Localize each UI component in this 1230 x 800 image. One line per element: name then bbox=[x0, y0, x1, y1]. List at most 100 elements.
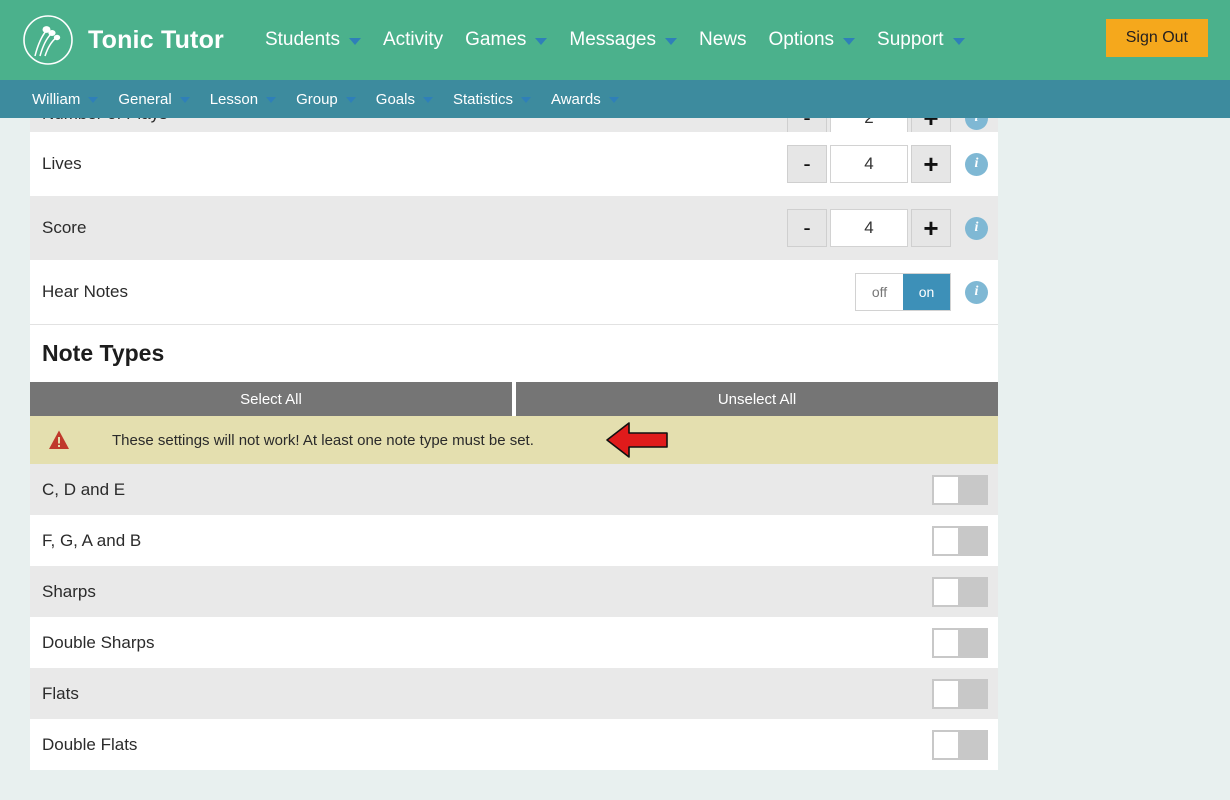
red-left-arrow-annotation-icon bbox=[605, 420, 669, 460]
nav-label: News bbox=[699, 29, 747, 51]
onoff-option-on[interactable]: on bbox=[903, 274, 950, 310]
subnav-item-general[interactable]: General bbox=[108, 91, 199, 108]
note-type-row-flats: Flats bbox=[30, 668, 998, 719]
note-type-label: Flats bbox=[30, 684, 79, 704]
note-type-toggle[interactable] bbox=[932, 730, 988, 760]
nav-label: Activity bbox=[383, 29, 443, 51]
subnav-label: Goals bbox=[376, 91, 415, 108]
nav-item-students[interactable]: Students bbox=[254, 29, 372, 51]
nav-label: Students bbox=[265, 29, 340, 51]
stepper-score: - 4 + i bbox=[787, 196, 988, 260]
unselect-all-button[interactable]: Unselect All bbox=[516, 382, 998, 416]
note-type-row-double-flats: Double Flats bbox=[30, 719, 998, 770]
increment-button[interactable]: + bbox=[911, 118, 951, 132]
chevron-down-icon bbox=[180, 97, 190, 103]
decrement-button[interactable]: - bbox=[787, 209, 827, 247]
subnav-item-group[interactable]: Group bbox=[286, 91, 366, 108]
note-type-row-double-sharps: Double Sharps bbox=[30, 617, 998, 668]
info-icon[interactable]: i bbox=[965, 217, 988, 240]
setting-row-number-of-plays: Number of Plays - 2 + i bbox=[30, 118, 998, 132]
note-type-row-f-g-a-b: F, G, A and B bbox=[30, 515, 998, 566]
setting-row-lives: Lives - 4 + i bbox=[30, 132, 998, 196]
chevron-down-icon bbox=[349, 38, 361, 45]
chevron-down-icon bbox=[88, 97, 98, 103]
note-type-label: Double Sharps bbox=[30, 633, 154, 653]
nav-item-support[interactable]: Support bbox=[866, 29, 976, 51]
subnav-label: General bbox=[118, 91, 171, 108]
nav-item-messages[interactable]: Messages bbox=[558, 29, 688, 51]
note-type-toggle[interactable] bbox=[932, 475, 988, 505]
tonic-tutor-logo-icon[interactable] bbox=[22, 14, 74, 66]
decrement-button[interactable]: - bbox=[787, 145, 827, 183]
increment-button[interactable]: + bbox=[911, 209, 951, 247]
subnav-item-lesson[interactable]: Lesson bbox=[200, 91, 286, 108]
subnav-item-statistics[interactable]: Statistics bbox=[443, 91, 541, 108]
warning-banner: These settings will not work! At least o… bbox=[30, 416, 998, 464]
value-input[interactable]: 4 bbox=[830, 209, 908, 247]
setting-row-score: Score - 4 + i bbox=[30, 196, 998, 260]
subnav-item-awards[interactable]: Awards bbox=[541, 91, 629, 108]
nav-item-games[interactable]: Games bbox=[454, 29, 558, 51]
note-type-toggle[interactable] bbox=[932, 577, 988, 607]
nav-item-news[interactable]: News bbox=[688, 29, 758, 51]
note-types-section-header: Note Types bbox=[30, 324, 998, 382]
section-title: Note Types bbox=[42, 340, 164, 367]
subnav-item-goals[interactable]: Goals bbox=[366, 91, 443, 108]
toggle-knob bbox=[934, 630, 958, 656]
toggle-knob bbox=[934, 579, 958, 605]
chevron-down-icon bbox=[953, 38, 965, 45]
sub-nav: William General Lesson Group Goals Stati… bbox=[0, 80, 1230, 118]
select-all-button[interactable]: Select All bbox=[30, 382, 512, 416]
nav-label: Messages bbox=[569, 29, 656, 51]
brand-title: Tonic Tutor bbox=[88, 26, 224, 55]
chevron-down-icon bbox=[843, 38, 855, 45]
nav-label: Options bbox=[769, 29, 834, 51]
sign-out-button[interactable]: Sign Out bbox=[1106, 19, 1208, 57]
chevron-down-icon bbox=[609, 97, 619, 103]
note-type-label: F, G, A and B bbox=[30, 531, 141, 551]
nav-label: Games bbox=[465, 29, 526, 51]
chevron-down-icon bbox=[665, 38, 677, 45]
setting-label: Score bbox=[30, 218, 86, 238]
note-type-label: Sharps bbox=[30, 582, 96, 602]
setting-label: Lives bbox=[30, 154, 82, 174]
page-body: Number of Plays - 2 + i Lives - 4 + i Sc… bbox=[0, 118, 1230, 800]
value-input[interactable]: 2 bbox=[830, 118, 908, 132]
info-icon[interactable]: i bbox=[965, 281, 988, 304]
nav-item-options[interactable]: Options bbox=[758, 29, 866, 51]
note-type-toggle[interactable] bbox=[932, 628, 988, 658]
onoff-switch[interactable]: off on bbox=[855, 273, 951, 311]
subnav-label: Lesson bbox=[210, 91, 258, 108]
subnav-label: Awards bbox=[551, 91, 601, 108]
setting-row-hear-notes: Hear Notes off on i bbox=[30, 260, 998, 324]
decrement-button[interactable]: - bbox=[787, 118, 827, 132]
chevron-down-icon bbox=[266, 97, 276, 103]
settings-panel: Number of Plays - 2 + i Lives - 4 + i Sc… bbox=[30, 118, 998, 770]
chevron-down-icon bbox=[346, 97, 356, 103]
toggle-knob bbox=[934, 477, 958, 503]
setting-label: Number of Plays bbox=[30, 118, 168, 124]
onoff-option-off[interactable]: off bbox=[856, 274, 903, 310]
stepper-lives: - 4 + i bbox=[787, 132, 988, 196]
subnav-label: Statistics bbox=[453, 91, 513, 108]
note-type-toggle[interactable] bbox=[932, 679, 988, 709]
subnav-item-william[interactable]: William bbox=[22, 91, 108, 108]
chevron-down-icon bbox=[535, 38, 547, 45]
nav-item-activity[interactable]: Activity bbox=[372, 29, 454, 51]
info-icon[interactable]: i bbox=[965, 153, 988, 176]
onoff-hear-notes: off on i bbox=[855, 260, 988, 324]
subnav-label: William bbox=[32, 91, 80, 108]
setting-label: Hear Notes bbox=[30, 282, 128, 302]
value-input[interactable]: 4 bbox=[830, 145, 908, 183]
select-all-button-row: Select All Unselect All bbox=[30, 382, 998, 416]
note-type-toggle[interactable] bbox=[932, 526, 988, 556]
main-nav: Students Activity Games Messages News Op… bbox=[254, 29, 976, 51]
increment-button[interactable]: + bbox=[911, 145, 951, 183]
stepper-number-of-plays: - 2 + i bbox=[787, 118, 988, 132]
app-header: Tonic Tutor Students Activity Games Mess… bbox=[0, 0, 1230, 80]
subnav-label: Group bbox=[296, 91, 338, 108]
note-type-row-c-d-e: C, D and E bbox=[30, 464, 998, 515]
info-icon[interactable]: i bbox=[965, 118, 988, 130]
note-type-label: Double Flats bbox=[30, 735, 137, 755]
toggle-knob bbox=[934, 732, 958, 758]
